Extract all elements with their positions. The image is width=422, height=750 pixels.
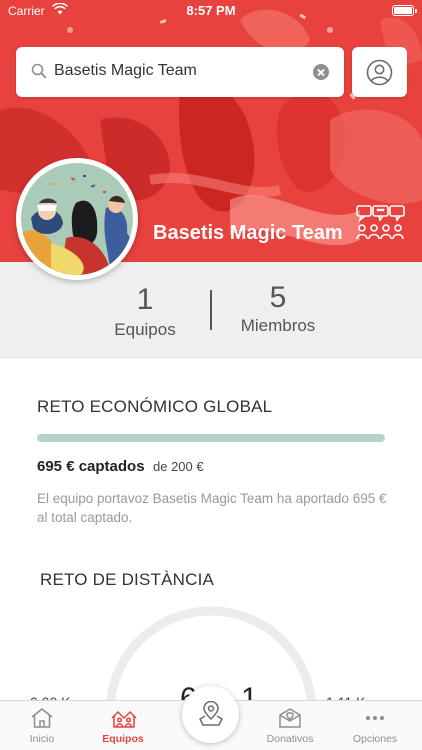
tab-label: Opciones <box>352 733 398 745</box>
teams-count: 1 <box>136 283 154 316</box>
team-name: Basetis Magic Team <box>153 222 343 244</box>
map-button[interactable] <box>182 686 239 743</box>
team-avatar[interactable] <box>16 158 138 280</box>
clear-search-icon[interactable] <box>313 64 329 80</box>
search-icon <box>31 63 47 84</box>
more-icon <box>366 716 384 720</box>
economic-description: El equipo portavoz Basetis Magic Team ha… <box>37 491 387 525</box>
search-field[interactable]: Basetis Magic Team <box>16 47 344 97</box>
members-stat[interactable]: 5 Miembros <box>228 262 328 336</box>
economic-progress-bar <box>37 434 385 442</box>
chat-group-icon[interactable] <box>355 204 407 247</box>
distance-challenge-title: RETO DE DISTÀNCIA <box>40 570 215 589</box>
teams-icon <box>111 710 137 728</box>
tab-label: Equipos <box>102 733 144 745</box>
user-icon <box>366 59 393 86</box>
battery-icon <box>392 5 417 16</box>
members-count: 5 <box>269 281 287 314</box>
tab-opciones[interactable]: Opciones <box>333 701 417 750</box>
status-bar: Carrier 8:57 PM <box>0 0 422 22</box>
clock: 8:57 PM <box>186 3 236 18</box>
raised-amount: 695 € captados <box>37 458 145 475</box>
economic-challenge-title: RETO ECONÓMICO GLOBAL <box>37 397 273 416</box>
tab-label: Inicio <box>29 733 55 745</box>
economic-progress-fill <box>37 434 385 442</box>
search-input[interactable]: Basetis Magic Team <box>54 62 197 80</box>
tab-equipos[interactable]: Equipos <box>81 701 165 750</box>
teams-label: Equipos <box>114 320 176 339</box>
donation-icon <box>279 708 301 728</box>
goal-amount: de 200 € <box>153 459 204 474</box>
stats-divider <box>210 290 212 330</box>
members-label: Miembros <box>240 316 316 335</box>
map-pin-icon <box>199 701 223 726</box>
home-icon <box>31 708 53 728</box>
tab-label: Donativos <box>266 733 314 745</box>
tab-donativos[interactable]: Donativos <box>248 701 332 750</box>
profile-button[interactable] <box>352 47 407 97</box>
tab-inicio[interactable]: Inicio <box>0 701 84 750</box>
